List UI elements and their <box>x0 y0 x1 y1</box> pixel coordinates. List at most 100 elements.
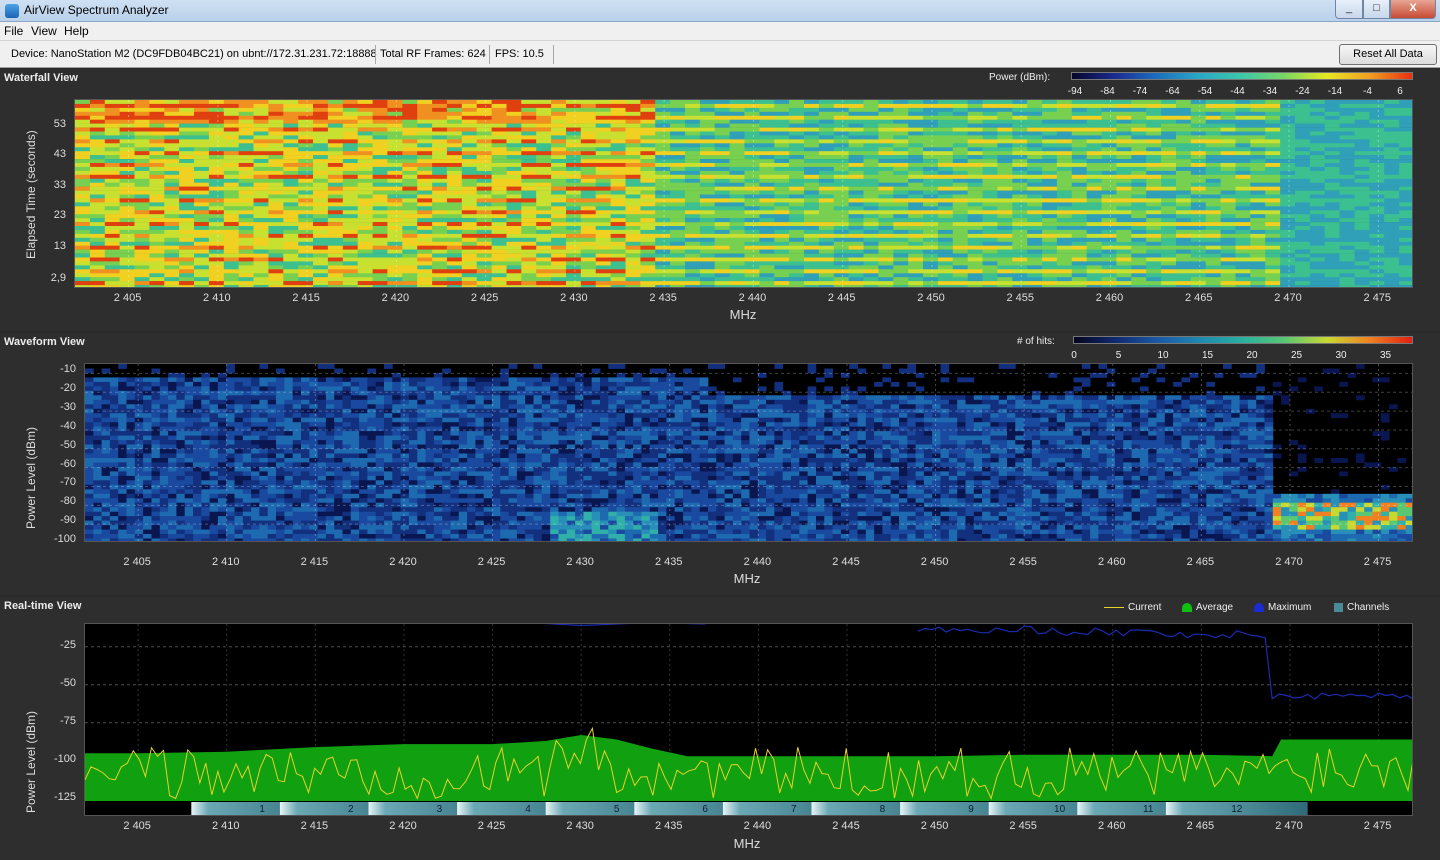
x-tick-label: 2 430 <box>566 820 594 832</box>
x-tick-label: 2 440 <box>743 820 772 832</box>
menu-file[interactable]: File <box>4 24 23 38</box>
y-tick-label: 33 <box>53 179 66 191</box>
waterfall-x-label: MHz <box>729 307 757 322</box>
x-tick-label: 2 440 <box>743 556 772 568</box>
channel-label: 9 <box>968 804 974 815</box>
x-tick-label: 2 465 <box>1186 820 1215 832</box>
rf-frames-count: Total RF Frames: 624 <box>380 48 486 60</box>
realtime-title: Real-time View <box>4 600 82 612</box>
channel-label: 4 <box>525 804 531 815</box>
x-tick-label: 2 410 <box>211 820 240 832</box>
x-tick-label: 2 470 <box>1275 820 1303 832</box>
y-tick-label: -90 <box>60 514 76 527</box>
x-tick-label: 2 405 <box>113 292 142 304</box>
x-tick-label: 2 455 <box>1009 556 1037 568</box>
y-tick-label: 13 <box>53 240 66 252</box>
average-series-area <box>85 735 1412 801</box>
y-tick-label: -100 <box>53 533 76 545</box>
minimize-button[interactable]: _ <box>1335 0 1363 19</box>
y-tick-label: -10 <box>60 363 76 376</box>
legend-current-swatch <box>1104 606 1124 608</box>
scale-tick-label: -84 <box>1100 86 1115 97</box>
scale-tick-label: -34 <box>1262 86 1278 97</box>
x-tick-label: 2 410 <box>203 292 231 304</box>
x-tick-label: 2 410 <box>211 556 240 568</box>
y-tick-label: -20 <box>60 382 76 395</box>
legend-channels-swatch <box>1334 602 1343 612</box>
maximum-series-line <box>544 624 706 627</box>
x-tick-label: 2 470 <box>1274 292 1302 304</box>
y-tick-label: -80 <box>60 495 76 508</box>
legend-maximum-swatch <box>1254 602 1264 612</box>
close-button[interactable]: X <box>1390 0 1436 19</box>
waveform-panel: Waveform View # of hits: 0 5 10 15 20 25 30 35 … <box>0 333 1440 595</box>
x-tick-label: 2 420 <box>389 556 417 568</box>
waveform-plot[interactable] <box>84 363 1413 542</box>
maximum-series-line <box>917 625 1412 700</box>
x-tick-label: 2 435 <box>654 820 683 832</box>
scale-tick-label: 6 <box>1397 86 1403 97</box>
x-tick-label: 2 415 <box>300 556 329 568</box>
channel-label: 11 <box>1143 804 1154 815</box>
scale-tick-label: 5 <box>1115 350 1122 361</box>
x-tick-label: 2 450 <box>917 292 945 304</box>
x-tick-label: 2 455 <box>1006 292 1034 304</box>
y-tick-label: 43 <box>53 148 66 160</box>
channel-label: 6 <box>702 804 708 815</box>
legend-average-label: Average <box>1196 602 1234 613</box>
x-tick-label: 2 430 <box>566 556 594 568</box>
scale-tick-label: -54 <box>1197 86 1213 97</box>
y-tick-label: -50 <box>60 676 76 689</box>
x-tick-label: 2 445 <box>832 556 860 568</box>
hits-color-scale <box>1073 336 1413 344</box>
x-tick-label: 2 420 <box>381 292 410 304</box>
device-info-bar: Device: NanoStation M2 (DC9FDB04BC21) on… <box>0 41 1440 68</box>
legend-average: Average <box>1182 602 1233 613</box>
waveform-x-label: MHz <box>733 571 761 586</box>
legend-current-label: Current <box>1128 602 1162 613</box>
x-tick-label: 2 465 <box>1184 292 1213 304</box>
x-tick-label: 2 460 <box>1097 556 1126 568</box>
x-tick-label: 2 465 <box>1186 556 1215 568</box>
x-tick-label: 2 430 <box>560 292 588 304</box>
menu-view[interactable]: View <box>31 24 57 38</box>
menu-bar: File View Help <box>0 22 1440 41</box>
x-tick-label: 2 415 <box>292 292 320 304</box>
x-tick-label: 2 420 <box>389 820 417 832</box>
x-tick-label: 2 405 <box>123 820 151 832</box>
waveform-title: Waveform View <box>4 336 85 348</box>
window-title: AirView Spectrum Analyzer <box>24 3 169 17</box>
power-color-scale <box>1071 72 1413 80</box>
x-tick-label: 2 475 <box>1363 820 1392 832</box>
power-scale-label: Power (dBm): <box>989 72 1051 83</box>
channel-label: 5 <box>614 804 620 815</box>
x-tick-label: 2 440 <box>738 292 767 304</box>
x-tick-label: 2 450 <box>920 556 949 568</box>
y-tick-label: -50 <box>60 438 76 451</box>
waterfall-plot[interactable] <box>74 99 1413 288</box>
channel-label: 1 <box>259 804 265 815</box>
app-icon <box>5 4 19 18</box>
channel-label: 3 <box>437 804 443 815</box>
scale-tick-label: -24 <box>1295 86 1310 97</box>
maximize-button[interactable]: □ <box>1363 0 1390 19</box>
x-tick-label: 2 460 <box>1097 820 1126 832</box>
y-tick-label: 23 <box>53 209 66 221</box>
x-tick-label: 2 405 <box>123 556 151 568</box>
hits-scale-label: # of hits: <box>1017 336 1055 347</box>
x-tick-label: 2 445 <box>832 820 860 832</box>
scale-tick-label: -44 <box>1230 86 1245 97</box>
x-tick-label: 2 445 <box>827 292 856 304</box>
fps-readout: FPS: 10.5 <box>495 48 544 60</box>
y-tick-label: -100 <box>53 752 76 765</box>
realtime-plot[interactable]: 1 2 3 4 5 6 7 8 9 10 11 12 <box>84 623 1413 816</box>
legend-channels-label: Channels <box>1347 602 1390 613</box>
y-tick-label: -125 <box>53 790 76 803</box>
y-tick-label: -25 <box>60 638 76 651</box>
scale-tick-label: 0 <box>1071 350 1077 361</box>
y-tick-label: -60 <box>60 457 76 470</box>
menu-help[interactable]: Help <box>64 24 89 38</box>
reset-all-data-button[interactable]: Reset All Data <box>1339 44 1437 65</box>
y-tick-label: 53 <box>53 118 66 130</box>
x-tick-label: 2 435 <box>649 292 677 304</box>
